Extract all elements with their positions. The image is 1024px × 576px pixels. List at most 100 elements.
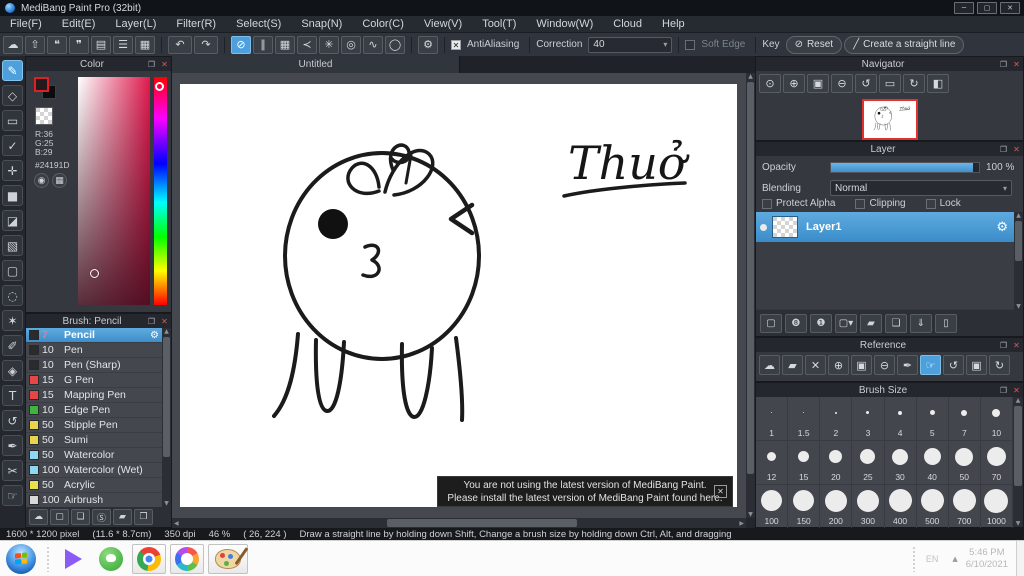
scroll-up-icon[interactable]: ▲ (748, 73, 753, 80)
snap-ellipse-button[interactable]: ◯ (385, 35, 405, 54)
magic-wand-tool[interactable]: ✶ (2, 310, 23, 331)
scroll-down-icon[interactable]: ▼ (1016, 303, 1021, 310)
taskbar-item-chrome[interactable] (132, 543, 166, 574)
list-settings-icon[interactable]: ☰ (113, 35, 133, 54)
brush-row[interactable]: 50 Sumi ⚙ (26, 433, 162, 448)
duplicate-brush-button[interactable]: ❐ (134, 509, 153, 525)
snap-vanishing-point-button[interactable]: ≺ (297, 35, 317, 54)
scroll-down-icon[interactable]: ▼ (748, 511, 753, 518)
menu-item[interactable]: Tool(T) (472, 16, 526, 33)
brush-size-cell[interactable]: 3 (852, 397, 885, 441)
taskbar-item-coccoc[interactable] (94, 544, 128, 574)
control-point-tool[interactable]: ✓ (2, 135, 23, 156)
brush-row[interactable]: 50 Stipple Pen ⚙ (26, 418, 162, 433)
show-desktop-button[interactable] (1016, 541, 1024, 576)
move-tool[interactable]: ✛ (2, 160, 23, 181)
canvas[interactable]: Thuở (180, 84, 737, 507)
canvas-horizontal-scrollbar[interactable]: ◀ ▶ (172, 518, 746, 528)
add-brush-button[interactable]: ▢ (50, 509, 69, 525)
scroll-down-icon[interactable]: ▼ (164, 500, 169, 507)
brush-size-cell[interactable]: 500 (916, 485, 949, 529)
snap-settings-button[interactable]: ⚙ (418, 35, 438, 54)
menu-item[interactable]: Color(C) (352, 16, 414, 33)
rotate-right-button[interactable]: ↻ (903, 74, 925, 93)
taskbar-item-kmplayer[interactable] (56, 544, 90, 574)
eraser-tool[interactable]: ◇ (2, 85, 23, 106)
rotate-left-button[interactable]: ↺ (855, 74, 877, 93)
comment-icon[interactable]: ❝ (47, 35, 67, 54)
ref-open-button[interactable]: ▰ (782, 355, 803, 375)
brush-size-cell[interactable]: 2 (820, 397, 853, 441)
brush-size-cell[interactable]: 70 (980, 441, 1013, 485)
brush-size-cell[interactable]: 40 (916, 441, 949, 485)
scroll-right-icon[interactable]: ▶ (739, 520, 744, 527)
scrollbar-thumb[interactable] (747, 82, 754, 474)
layer-list-scrollbar[interactable]: ▲ ▼ (1014, 212, 1023, 310)
brush-size-cell[interactable]: 300 (852, 485, 885, 529)
merge-layer-button[interactable]: ⇓ (910, 313, 932, 333)
hand-tool[interactable]: ☞ (2, 485, 23, 506)
palette-button[interactable]: ▦ (52, 173, 67, 188)
brush-settings-gear-icon[interactable]: ⚙ (150, 330, 159, 341)
ref-reset-rotation-button[interactable]: ▣ (966, 355, 987, 375)
text-tool[interactable]: T (2, 385, 23, 406)
chat-icon[interactable]: ❞ (69, 35, 89, 54)
brush-size-cell[interactable]: 50 (948, 441, 981, 485)
gradient-tool[interactable]: ▧ (2, 235, 23, 256)
menu-item[interactable]: Snap(N) (291, 16, 352, 33)
publish-icon[interactable]: ⇧ (25, 35, 45, 54)
layer-settings-gear-icon[interactable]: ⚙ (996, 220, 1008, 235)
document-icon[interactable]: ▤ (91, 35, 111, 54)
brush-row[interactable]: 100 Watercolor (Wet) ⚙ (26, 463, 162, 478)
taskbar-item-medibang[interactable] (170, 543, 204, 574)
add-cloud-brush-button[interactable]: ☁ (29, 509, 48, 525)
menu-item[interactable]: Edit(E) (52, 16, 106, 33)
brush-size-cell[interactable]: 100 (756, 485, 789, 529)
snap-grid-button[interactable]: ▦ (275, 35, 295, 54)
detach-icon[interactable]: ❐ (997, 145, 1010, 154)
brush-row[interactable]: 10 Pen (Sharp) ⚙ (26, 358, 162, 373)
brush-folder-button[interactable]: ▰ (113, 509, 132, 525)
ref-zoom-out-button[interactable]: ⊖ (874, 355, 895, 375)
layer-visibility-dot[interactable] (760, 223, 767, 231)
start-button[interactable] (6, 543, 36, 574)
detach-icon[interactable]: ❐ (997, 386, 1010, 395)
opacity-slider[interactable] (830, 162, 980, 173)
lock-checkbox[interactable] (925, 198, 936, 209)
add-layer-menu-button[interactable]: ▢▾ (835, 313, 857, 333)
ref-clear-button[interactable]: ✕ (805, 355, 826, 375)
protect-alpha-checkbox[interactable] (762, 198, 772, 209)
correction-dropdown[interactable]: 40 ▾ (588, 36, 673, 53)
scrollbar-thumb[interactable] (1014, 406, 1022, 486)
brush-size-cell[interactable]: 5 (916, 397, 949, 441)
detach-icon[interactable]: ❐ (997, 60, 1010, 69)
ref-rotate-left-button[interactable]: ↺ (943, 355, 964, 375)
cloud-save-icon[interactable]: ☁ (3, 35, 23, 54)
script-brush-button[interactable]: Ⓢ (92, 509, 111, 525)
brush-row[interactable]: 15 Mapping Pen ⚙ (26, 388, 162, 403)
brush-tool[interactable]: ✎ (2, 60, 23, 81)
scroll-up-icon[interactable]: ▲ (164, 328, 169, 335)
detach-icon[interactable]: ❐ (145, 317, 158, 326)
brush-row[interactable]: 10 Pen ⚙ (26, 343, 162, 358)
duplicate-layer-button[interactable]: ❏ (885, 313, 907, 333)
brush-row[interactable]: 50 Watercolor ⚙ (26, 448, 162, 463)
brush-size-cell[interactable]: 12 (756, 441, 789, 485)
add-layer-button[interactable]: ▢ (760, 313, 782, 333)
brush-size-cell[interactable]: 10 (980, 397, 1013, 441)
brush-size-cell[interactable]: 4 (884, 397, 917, 441)
eyedropper-tool[interactable]: ✒ (2, 435, 23, 456)
add-brush-menu-button[interactable]: ❏ (71, 509, 90, 525)
add-8bit-layer-button[interactable]: ❽ (785, 313, 807, 333)
scrollbar-thumb[interactable] (163, 337, 170, 457)
scroll-up-icon[interactable]: ▲ (1016, 212, 1021, 219)
scroll-left-icon[interactable]: ◀ (174, 520, 179, 527)
show-hidden-icons-button[interactable]: ▲ (952, 555, 957, 563)
language-indicator[interactable]: EN (926, 554, 939, 564)
brush-size-cell[interactable]: 150 (788, 485, 821, 529)
material-grid-icon[interactable]: ▦ (135, 35, 155, 54)
figure-tool[interactable]: ▭ (2, 110, 23, 131)
taskbar-item-medibang-paint[interactable] (208, 543, 248, 574)
brush-size-cell[interactable]: 1 (756, 397, 789, 441)
transparent-color-swatch[interactable] (35, 107, 53, 125)
